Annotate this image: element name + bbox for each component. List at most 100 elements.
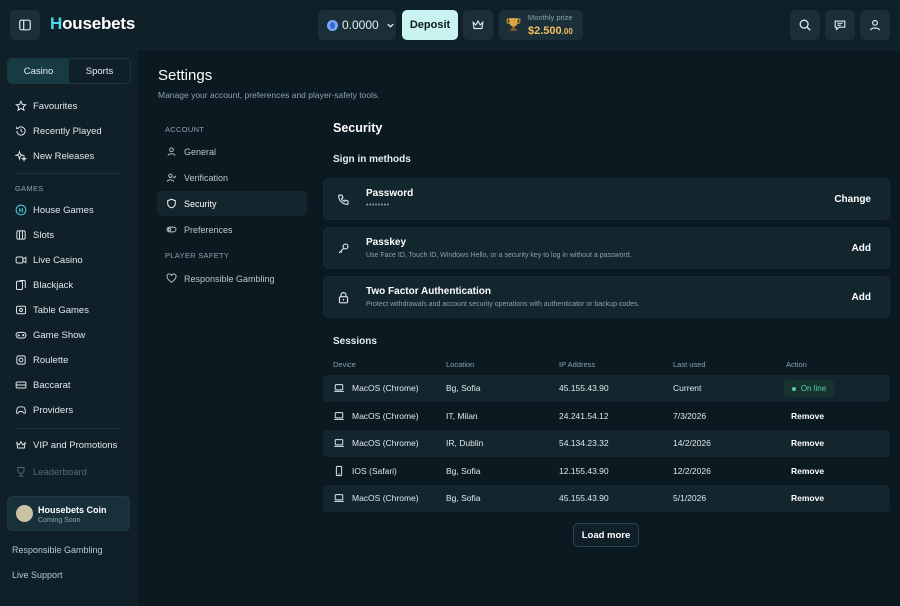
prize-label: Monthly prize [528,13,573,22]
sidebar-item-label: Leaderboard [33,466,87,478]
sidebar-item-favourites[interactable]: Favourites [15,99,77,113]
brand-logo[interactable]: Housebets [50,14,135,34]
session-row: MacOS (Chrome) IT, Milan 24.241.54.12 7/… [323,403,890,430]
svg-text:H: H [19,208,23,214]
sidebar-item-label: Providers [33,404,74,416]
providers-icon [16,406,26,414]
search-button[interactable] [790,10,820,40]
sidebar-item-label: New Releases [33,150,95,162]
remove-session-button[interactable]: Remove [791,493,824,503]
sidebar-divider [15,173,121,174]
shield-icon [167,198,176,209]
sidebar-item-baccarat[interactable]: Baccarat [15,378,71,392]
session-row: MacOS (Chrome) Bg, Sofia 45.155.43.90 5/… [323,485,890,512]
load-more-button[interactable]: Load more [573,523,639,547]
balance-selector[interactable]: 0.0000 [318,10,396,40]
vip-button[interactable] [463,10,493,40]
sidebar-item-live-casino[interactable]: Live Casino [15,253,83,267]
session-last-used: 12/2/2026 [673,466,711,476]
sidebar-divider [15,428,121,429]
monthly-prize-widget[interactable]: Monthly prize $2.500.00 [499,10,583,40]
session-last-used: Current [673,383,702,393]
toggle-icon [166,226,177,233]
sidebar-item-new-releases[interactable]: New Releases [15,149,94,163]
responsible-gambling-link[interactable]: Responsible Gambling [12,545,103,555]
sidebar-item-vip[interactable]: VIP and Promotions [15,438,117,452]
online-dot-icon [791,386,796,391]
sidebar-item-recently-played[interactable]: Recently Played [15,124,102,138]
sidebar-item-leaderboard[interactable]: Leaderboard [15,465,87,479]
games-section-label: GAMES [15,184,44,193]
chevron-down-icon [387,23,394,28]
mobile-phone-icon [335,465,343,477]
housebets-coin-card[interactable]: Housebets Coin Coming Soon [7,496,130,531]
player-safety-section-label: PLAYER SAFETY [165,251,230,260]
account-section-label: ACCOUNT [165,125,205,134]
sidebar-item-slots[interactable]: Slots [15,228,54,242]
star-icon [15,100,27,112]
search-icon [799,19,811,31]
session-location: Bg, Sofia [446,466,481,476]
sidebar-item-blackjack[interactable]: Blackjack [15,278,73,292]
settings-nav-general[interactable]: General [157,139,307,164]
sidebar-toggle-button[interactable] [10,10,40,40]
sidebar-item-game-show[interactable]: Game Show [15,328,85,342]
profile-button[interactable] [860,10,890,40]
session-location: IT, Milan [446,411,478,421]
sidebar-item-label: Blackjack [33,279,74,291]
crown-icon [16,440,26,449]
method-title: Passkey [366,237,407,248]
key-icon [338,243,349,254]
passkey-method-card: Passkey Use Face ID, Touch ID, Windows H… [323,227,890,269]
user-check-icon [166,173,177,182]
chat-button[interactable] [825,10,855,40]
remove-session-button[interactable]: Remove [791,411,824,421]
coin-card-title: Housebets Coin [38,505,107,515]
sidebar-item-label: Roulette [33,354,69,366]
settings-page: Settings Manage your account, preference… [138,50,900,606]
online-status-badge: On line [784,380,834,397]
settings-nav-preferences[interactable]: Preferences [157,217,307,242]
add-passkey-button[interactable]: Add [852,243,871,254]
session-location: IR, Dublin [446,438,484,448]
column-header-ip: IP Address [559,360,596,369]
sidebar-item-label: House Games [33,204,94,216]
change-password-button[interactable]: Change [834,194,871,205]
tab-casino[interactable]: Casino [8,59,69,83]
settings-nav-verification[interactable]: Verification [157,165,307,190]
sign-in-methods-heading: Sign in methods [333,154,411,165]
live-support-link[interactable]: Live Support [12,570,63,580]
session-ip: 12.155.43.90 [559,466,609,476]
sidebar-item-roulette[interactable]: Roulette [15,353,68,367]
session-row: MacOS (Chrome) IR, Dublin 54.134.23.32 1… [323,430,890,457]
trophy-icon [506,18,521,31]
online-status-label: On line [800,384,827,393]
housebets-coin-icon [16,505,33,522]
sidebar-item-providers[interactable]: Providers [15,403,73,417]
session-ip: 45.155.43.90 [559,493,609,503]
table-games-icon [16,305,26,315]
settings-nav-label: Security [184,198,217,209]
method-title: Two Factor Authentication [366,286,491,297]
add-2fa-button[interactable]: Add [852,292,871,303]
remove-session-button[interactable]: Remove [791,438,824,448]
session-last-used: 5/1/2026 [673,493,707,503]
settings-nav-security[interactable]: Security [157,191,307,216]
sidebar-item-house-games[interactable]: H House Games [15,203,94,217]
remove-session-button[interactable]: Remove [791,466,824,476]
heart-icon [166,273,177,283]
session-ip: 54.134.23.32 [559,438,609,448]
tab-sports[interactable]: Sports [69,59,130,83]
method-title: Password [366,188,414,199]
sidebar-item-label: Recently Played [33,125,102,137]
settings-nav-responsible-gambling[interactable]: Responsible Gambling [157,266,307,291]
sidebar-item-label: Favourites [33,100,78,112]
deposit-button[interactable]: Deposit [402,10,458,40]
gamepad-icon [15,331,27,339]
sessions-heading: Sessions [333,336,377,347]
session-location: Bg, Sofia [446,383,481,393]
sidebar-item-table-games[interactable]: Table Games [15,303,89,317]
method-description: Use Face ID, Touch ID, Windows Hello, or… [366,252,632,259]
settings-nav-label: Verification [184,172,229,183]
settings-nav-label: Preferences [184,224,233,235]
